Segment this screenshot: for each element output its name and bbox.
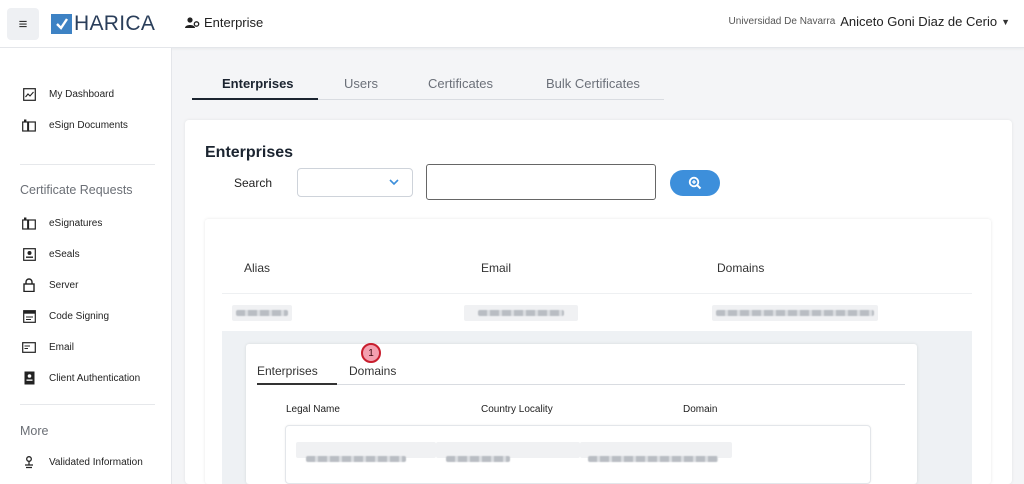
sidebar-item-esign-documents[interactable]: eSign Documents bbox=[22, 117, 128, 133]
step-marker-badge: 1 bbox=[361, 343, 381, 363]
menu-toggle-button[interactable]: ≡ bbox=[7, 8, 39, 40]
logo-text: HARICA bbox=[74, 12, 156, 35]
sidebar-item-client-authentication[interactable]: Client Authentication bbox=[22, 370, 140, 386]
enterprise-context: Enterprise bbox=[185, 15, 263, 30]
users-icon bbox=[185, 16, 200, 28]
column-header-alias[interactable]: Alias bbox=[244, 261, 270, 275]
sidebar-divider bbox=[20, 164, 155, 165]
email-icon bbox=[22, 340, 36, 354]
tab-bulk-certificates[interactable]: Bulk Certificates bbox=[546, 76, 640, 91]
redacted-country-locality bbox=[446, 456, 510, 462]
detail-tab-enterprises[interactable]: Enterprises bbox=[257, 364, 318, 378]
zoom-search-icon bbox=[688, 176, 702, 190]
detail-active-tab-indicator bbox=[257, 383, 337, 385]
column-header-country-locality: Country Locality bbox=[481, 404, 553, 415]
validated-info-icon bbox=[22, 455, 36, 469]
column-header-domain: Domain bbox=[683, 404, 718, 415]
detail-tab-domains[interactable]: Domains bbox=[349, 364, 396, 378]
detail-tabs: Enterprises Domains bbox=[257, 360, 905, 385]
sidebar-item-validated-information[interactable]: Validated Information bbox=[22, 454, 143, 470]
sidebar-heading-more: More bbox=[20, 424, 49, 438]
top-bar: ≡ HARICA Enterprise Universidad De Navar… bbox=[0, 0, 1024, 48]
redacted-domain bbox=[588, 456, 718, 462]
search-button[interactable] bbox=[670, 170, 720, 196]
redacted-legal-name bbox=[306, 456, 406, 462]
redacted-domains bbox=[716, 310, 874, 316]
sidebar bbox=[0, 48, 172, 484]
esignature-icon bbox=[22, 216, 36, 230]
user-menu[interactable]: Universidad De Navarra Aniceto Goni Diaz… bbox=[729, 14, 1010, 29]
sidebar-item-label: Client Authentication bbox=[49, 372, 141, 384]
harica-logo[interactable]: HARICA bbox=[51, 12, 155, 36]
chevron-down-icon bbox=[389, 179, 399, 186]
sidebar-item-code-signing[interactable]: Code Signing bbox=[22, 308, 109, 324]
sidebar-item-label: Validated Information bbox=[49, 456, 143, 468]
tab-certificates[interactable]: Certificates bbox=[428, 76, 493, 91]
sidebar-item-label: Code Signing bbox=[49, 310, 110, 322]
enterprise-context-label: Enterprise bbox=[204, 15, 264, 30]
sidebar-item-label: eSeals bbox=[49, 248, 80, 260]
tab-enterprises[interactable]: Enterprises bbox=[222, 76, 294, 91]
table-row-divider bbox=[222, 293, 972, 294]
dashboard-icon bbox=[22, 87, 36, 101]
sidebar-item-label: Email bbox=[49, 341, 75, 353]
column-header-email[interactable]: Email bbox=[481, 261, 511, 275]
active-tab-indicator bbox=[192, 98, 318, 100]
search-field-select[interactable] bbox=[297, 168, 413, 197]
organization-name: Universidad De Navarra bbox=[728, 16, 836, 27]
user-name: Aniceto Goni Diaz de Cerio bbox=[840, 14, 998, 29]
column-header-domains[interactable]: Domains bbox=[717, 261, 764, 275]
sidebar-item-eseals[interactable]: eSeals bbox=[22, 246, 80, 262]
sidebar-item-my-dashboard[interactable]: My Dashboard bbox=[22, 86, 114, 102]
sidebar-divider bbox=[20, 404, 155, 405]
chevron-down-icon: ▼ bbox=[1001, 16, 1010, 27]
sidebar-item-label: eSignatures bbox=[49, 217, 103, 229]
logo-check-icon bbox=[51, 14, 72, 34]
esign-documents-icon bbox=[22, 118, 36, 132]
sidebar-item-server[interactable]: Server bbox=[22, 277, 78, 293]
page-title: Enterprises bbox=[205, 144, 294, 161]
sidebar-item-label: eSign Documents bbox=[49, 119, 128, 131]
sidebar-item-email[interactable]: Email bbox=[22, 339, 74, 355]
column-header-legal-name: Legal Name bbox=[286, 404, 340, 415]
sidebar-item-label: Server bbox=[49, 279, 79, 291]
sidebar-heading-certificate-requests: Certificate Requests bbox=[20, 183, 133, 197]
search-label: Search bbox=[234, 176, 273, 190]
redacted-alias bbox=[236, 310, 288, 316]
sidebar-item-esignatures[interactable]: eSignatures bbox=[22, 215, 102, 231]
code-signing-icon bbox=[22, 309, 36, 323]
client-auth-icon bbox=[22, 371, 36, 385]
eseal-icon bbox=[22, 247, 36, 261]
redacted-email bbox=[478, 310, 564, 316]
main-tabs: Enterprises Users Certificates Bulk Cert… bbox=[192, 72, 664, 100]
hamburger-icon: ≡ bbox=[18, 15, 28, 33]
lock-icon bbox=[22, 278, 36, 292]
sidebar-item-label: My Dashboard bbox=[49, 88, 115, 100]
tab-users[interactable]: Users bbox=[344, 76, 378, 91]
search-input[interactable] bbox=[426, 164, 656, 200]
